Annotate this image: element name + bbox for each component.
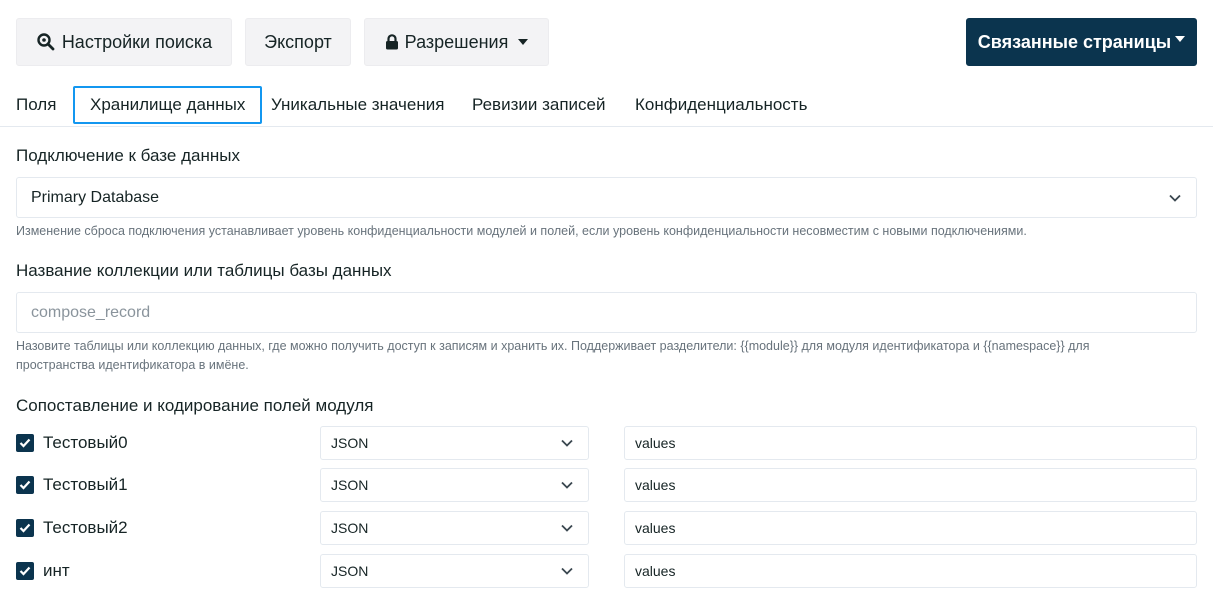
field-name: инт <box>43 561 70 580</box>
tab-fields[interactable]: Поля <box>16 86 56 124</box>
permissions-label: Разрешения <box>404 31 509 52</box>
chevron-down-icon <box>561 439 573 447</box>
encoding-value: JSON <box>331 520 369 536</box>
field-checkbox[interactable] <box>16 434 34 452</box>
tab-label: Хранилище данных <box>90 95 246 114</box>
field-name: Тестовый1 <box>43 475 128 494</box>
tab-bar: Поля Хранилище данных Уникальные значени… <box>0 86 1213 127</box>
check-icon <box>19 523 31 533</box>
collection-help: Назовите таблицы или коллекцию данных, г… <box>16 337 1196 375</box>
chevron-down-icon <box>1169 194 1181 202</box>
chevron-down-icon <box>561 481 573 489</box>
tab-label: Поля <box>16 95 57 114</box>
column-name-input[interactable]: values <box>624 426 1197 460</box>
chevron-down-icon <box>561 524 573 532</box>
column-name-input[interactable]: values <box>624 511 1197 545</box>
collection-name-input[interactable]: compose_record <box>16 292 1197 333</box>
connection-select[interactable]: Primary Database <box>16 177 1197 218</box>
encoding-select[interactable]: JSON <box>320 511 589 545</box>
tab-unique-values[interactable]: Уникальные значения <box>271 86 444 124</box>
collection-help-line-2: пространства идентификатора в имёне. <box>16 358 249 372</box>
tab-privacy[interactable]: Конфиденциальность <box>635 86 807 124</box>
field-checkbox[interactable] <box>16 476 34 494</box>
check-icon <box>19 566 31 576</box>
chevron-down-icon <box>561 567 573 575</box>
permissions-button[interactable]: Разрешения <box>364 18 549 66</box>
encoding-value: JSON <box>331 563 369 579</box>
field-name: Тестовый0 <box>43 433 128 452</box>
export-label: Экспорт <box>264 31 332 52</box>
check-icon <box>19 480 31 490</box>
collection-help-line-1: Назовите таблицы или коллекцию данных, г… <box>16 339 1090 353</box>
encoding-value: JSON <box>331 435 369 451</box>
field-name: Тестовый2 <box>43 518 128 537</box>
encoding-select[interactable]: JSON <box>320 554 589 588</box>
field-checkbox[interactable] <box>16 562 34 580</box>
check-icon <box>19 438 31 448</box>
connection-value: Primary Database <box>31 188 160 206</box>
export-button[interactable]: Экспорт <box>245 18 351 66</box>
tab-label: Уникальные значения <box>271 95 445 114</box>
field-checkbox[interactable] <box>16 519 34 537</box>
encoding-select[interactable]: JSON <box>320 468 589 502</box>
related-pages-label: Связанные страницы <box>977 31 1172 52</box>
connection-help: Изменение сброса подключения устанавлива… <box>16 224 1027 238</box>
related-pages-button[interactable]: Связанные страницы <box>966 18 1197 66</box>
tab-label: Конфиденциальность <box>635 95 808 114</box>
search-settings-label: Настройки поиска <box>61 31 213 52</box>
encoding-select[interactable]: JSON <box>320 426 589 460</box>
column-name-input[interactable]: values <box>624 554 1197 588</box>
tab-record-revisions[interactable]: Ревизии записей <box>472 86 606 124</box>
search-settings-button[interactable]: Настройки поиска <box>16 18 232 66</box>
collection-label: Название коллекции или таблицы базы данн… <box>16 261 392 280</box>
caret-down-icon <box>518 39 529 45</box>
tab-data-storage[interactable]: Хранилище данных <box>73 86 263 124</box>
mapping-label: Сопоставление и кодирование полей модуля <box>16 396 374 415</box>
tab-label: Ревизии записей <box>472 95 606 114</box>
search-settings-icon <box>36 32 56 52</box>
connection-label: Подключение к базе данных <box>16 146 240 165</box>
caret-down-icon <box>1175 36 1186 42</box>
encoding-value: JSON <box>331 477 369 493</box>
column-name-input[interactable]: values <box>624 468 1197 502</box>
lock-icon <box>385 34 399 50</box>
